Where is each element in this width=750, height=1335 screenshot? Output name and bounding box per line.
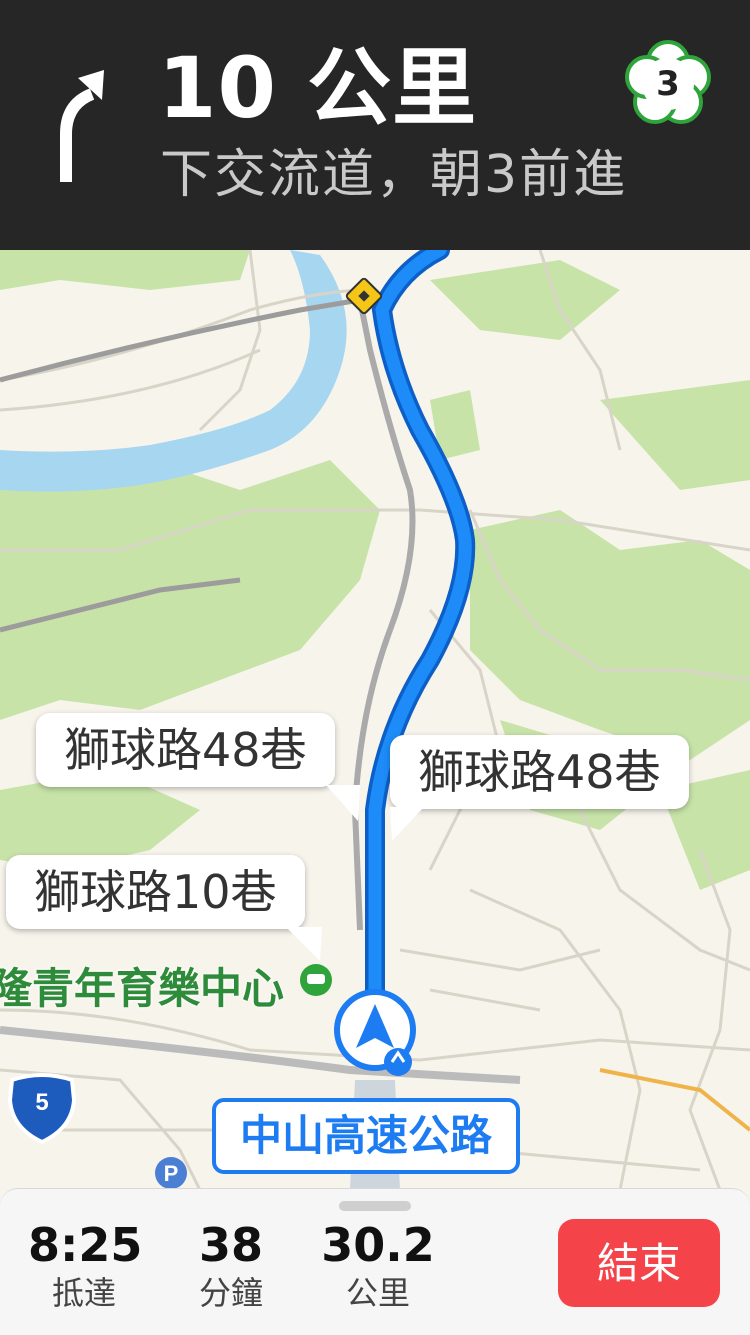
duration-stat: 38 分鐘 <box>186 1217 276 1313</box>
callout-tail <box>326 785 360 821</box>
end-route-button[interactable]: 結束 <box>558 1219 720 1307</box>
turn-left-arrow-icon <box>60 70 104 182</box>
navigation-header: 10 公里 下交流道，朝3前進 3 <box>0 0 750 250</box>
maneuver-distance: 10 公里 <box>158 39 478 137</box>
remaining-distance-stat: 30.2 公里 <box>318 1217 438 1313</box>
svg-text:P: P <box>164 1161 179 1186</box>
svg-text:5: 5 <box>35 1089 48 1116</box>
drag-handle[interactable] <box>339 1201 411 1211</box>
exit-number: 3 <box>656 64 680 104</box>
street-callout-label: 獅球路48巷 <box>418 745 661 799</box>
map-view[interactable]: 5 P 獅球路48巷 獅球路48巷 獅球路10巷 隆青年育樂中心 中山高速公路 <box>0 250 750 1190</box>
remaining-distance-value: 30.2 <box>321 1218 435 1272</box>
remaining-distance-label: 公里 <box>345 1274 410 1312</box>
street-callout-label: 獅球路10巷 <box>34 865 277 919</box>
street-callout: 獅球路48巷 <box>390 735 689 809</box>
arrival-time-label: 抵達 <box>51 1274 116 1312</box>
duration-value: 38 <box>198 1218 263 1272</box>
street-callout-label: 獅球路48巷 <box>64 723 307 777</box>
parking-icon: P <box>155 1157 187 1189</box>
exit-number-badge: 3 <box>618 34 718 134</box>
duration-label: 分鐘 <box>198 1274 263 1312</box>
current-road-label: 中山高速公路 <box>212 1098 521 1174</box>
poi-label[interactable]: 隆青年育樂中心 <box>0 955 284 1016</box>
recreation-poi-icon <box>300 964 332 996</box>
callout-tail <box>390 807 424 841</box>
callout-tail <box>286 927 322 961</box>
trip-summary-bar[interactable]: 8:25 抵達 38 分鐘 30.2 公里 結束 <box>0 1188 750 1335</box>
street-callout: 獅球路48巷 <box>36 713 335 787</box>
street-callout: 獅球路10巷 <box>6 855 305 929</box>
maneuver-instruction: 下交流道，朝3前進 <box>160 145 628 205</box>
arrival-time-value: 8:25 <box>28 1218 143 1272</box>
arrival-time-stat: 8:25 抵達 <box>28 1217 143 1313</box>
